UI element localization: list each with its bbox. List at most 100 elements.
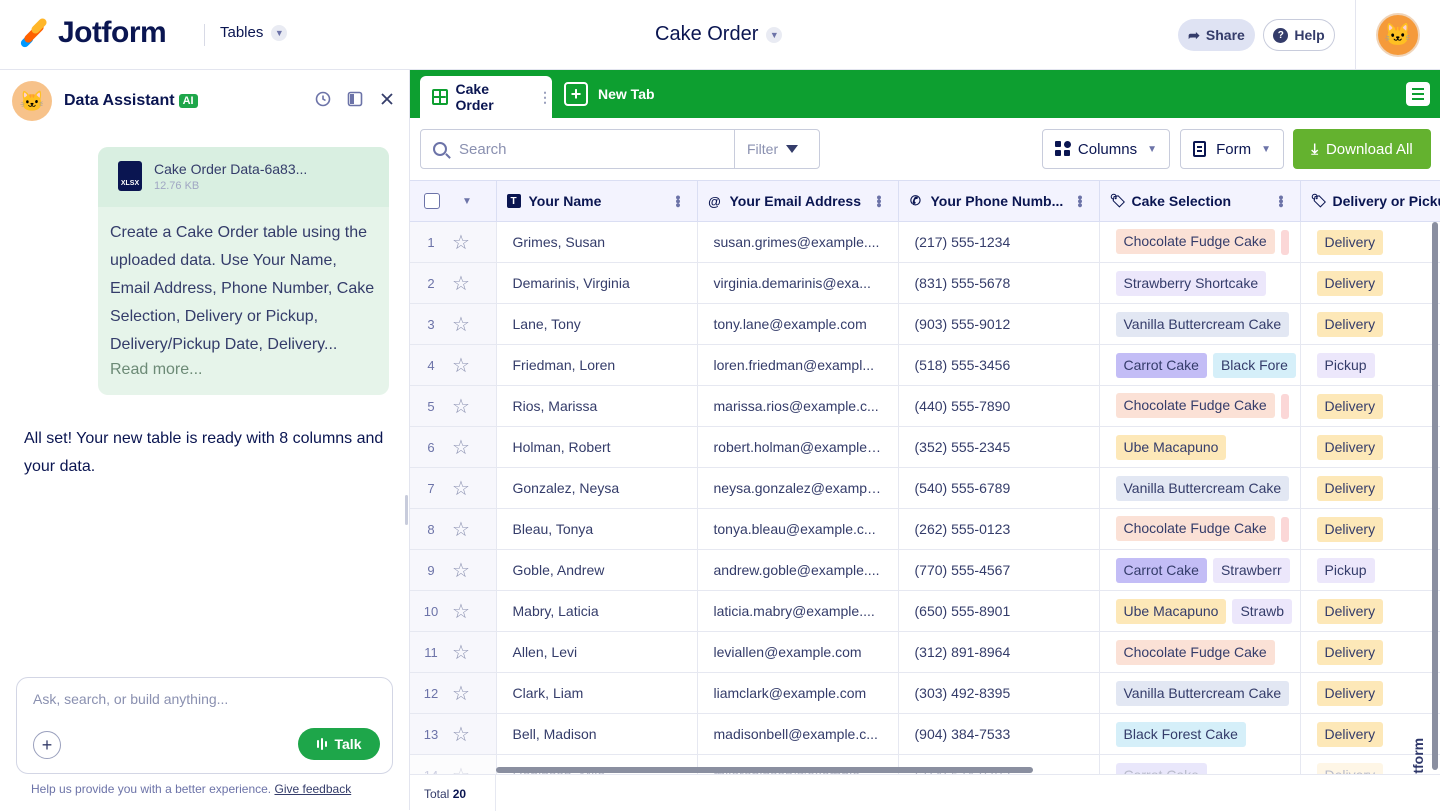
cell-cake-selection[interactable]: Carrot CakeStrawberr — [1099, 550, 1300, 591]
star-icon[interactable]: ☆ — [452, 353, 470, 378]
chevron-down-icon[interactable]: ▼ — [462, 196, 472, 207]
table-row[interactable]: 5☆Rios, Marissamarissa.rios@example.c...… — [410, 386, 1440, 427]
cell-email[interactable]: loren.friedman@exampl... — [697, 345, 898, 386]
star-icon[interactable]: ☆ — [452, 640, 470, 665]
cell-cake-selection[interactable]: Chocolate Fudge Cake — [1099, 222, 1300, 263]
column-options-icon[interactable]: ••• — [872, 195, 888, 207]
cell-name[interactable]: Allen, Levi — [496, 632, 697, 673]
vertical-scrollbar[interactable] — [1432, 222, 1438, 770]
tab-options-icon[interactable]: ⋮ — [538, 89, 552, 106]
column-header-delivery[interactable]: 🏷Delivery or Picku — [1300, 181, 1440, 222]
cell-name[interactable]: Friedman, Loren — [496, 345, 697, 386]
table-row[interactable]: 2☆Demarinis, Virginiavirginia.demarinis@… — [410, 263, 1440, 304]
cell-name[interactable]: Clark, Liam — [496, 673, 697, 714]
cell-name[interactable]: Goble, Andrew — [496, 550, 697, 591]
cell-email[interactable]: neysa.gonzalez@exampl... — [697, 468, 898, 509]
cell-name[interactable]: Demarinis, Virginia — [496, 263, 697, 304]
star-icon[interactable]: ☆ — [452, 722, 470, 747]
table-row[interactable]: 3☆Lane, Tonytony.lane@example.com(903) 5… — [410, 304, 1440, 345]
tab-cake-order[interactable]: Cake Order ⋮ — [420, 76, 552, 118]
star-icon[interactable]: ☆ — [452, 312, 470, 337]
cell-email[interactable]: laticia.mabry@example.... — [697, 591, 898, 632]
table-row[interactable]: 9☆Goble, Andrewandrew.goble@example....(… — [410, 550, 1440, 591]
cell-email[interactable]: andrew.goble@example.... — [697, 550, 898, 591]
cell-delivery[interactable]: Delivery — [1300, 591, 1440, 632]
download-all-button[interactable]: ⤓ Download All — [1293, 129, 1431, 169]
cell-cake-selection[interactable]: Vanilla Buttercream Cake — [1099, 304, 1300, 345]
chat-input-placeholder[interactable]: Ask, search, or build anything... — [33, 691, 228, 707]
cell-name[interactable]: Rios, Marissa — [496, 386, 697, 427]
cell-cake-selection[interactable]: Strawberry Shortcake — [1099, 263, 1300, 304]
table-row[interactable]: 4☆Friedman, Lorenloren.friedman@exampl..… — [410, 345, 1440, 386]
cell-delivery[interactable]: Delivery — [1300, 632, 1440, 673]
cell-phone[interactable]: (303) 492-8395 — [898, 673, 1099, 714]
give-feedback-link[interactable]: Give feedback — [274, 782, 351, 796]
cell-cake-selection[interactable]: Vanilla Buttercream Cake — [1099, 468, 1300, 509]
cell-email[interactable]: tonya.bleau@example.c... — [697, 509, 898, 550]
attached-file-card[interactable]: XLSX Cake Order Data-6a83... 12.76 KB — [98, 147, 389, 207]
table-row[interactable]: 6☆Holman, Robertrobert.holman@example...… — [410, 427, 1440, 468]
cell-phone[interactable]: (650) 555-8901 — [898, 591, 1099, 632]
star-icon[interactable]: ☆ — [452, 517, 470, 542]
cell-phone[interactable]: (262) 555-0123 — [898, 509, 1099, 550]
share-button[interactable]: ➦ Share — [1178, 19, 1255, 51]
column-header-your-name[interactable]: TYour Name••• — [496, 181, 697, 222]
cell-cake-selection[interactable]: Carrot Cake — [1099, 755, 1300, 775]
cell-name[interactable]: Bleau, Tonya — [496, 509, 697, 550]
cell-delivery[interactable]: Delivery — [1300, 468, 1440, 509]
cell-cake-selection[interactable]: Chocolate Fudge Cake — [1099, 386, 1300, 427]
star-icon[interactable]: ☆ — [452, 763, 470, 775]
horizontal-scrollbar[interactable] — [496, 767, 1033, 773]
star-icon[interactable]: ☆ — [452, 230, 470, 255]
cell-phone[interactable]: (518) 555-3456 — [898, 345, 1099, 386]
cell-email[interactable]: leviallen@example.com — [697, 632, 898, 673]
column-header-email[interactable]: @Your Email Address••• — [697, 181, 898, 222]
filter-button[interactable]: Filter — [734, 130, 810, 168]
columns-button[interactable]: Columns ▼ — [1042, 129, 1170, 169]
search-box[interactable]: Search Filter — [420, 129, 820, 169]
menu-icon[interactable] — [1406, 82, 1430, 106]
document-title[interactable]: Cake Order ▼ — [655, 23, 782, 46]
user-avatar[interactable]: 🐱 — [1376, 13, 1420, 57]
star-icon[interactable]: ☆ — [452, 394, 470, 419]
cell-phone[interactable]: (904) 384-7533 — [898, 714, 1099, 755]
cell-phone[interactable]: (540) 555-6789 — [898, 468, 1099, 509]
cell-cake-selection[interactable]: Ube MacapunoStrawb — [1099, 591, 1300, 632]
cell-phone[interactable]: (312) 891-8964 — [898, 632, 1099, 673]
cell-name[interactable]: Holman, Robert — [496, 427, 697, 468]
new-tab-button[interactable]: + New Tab — [564, 82, 655, 106]
table-row[interactable]: 1☆Grimes, Susansusan.grimes@example....(… — [410, 222, 1440, 263]
star-icon[interactable]: ☆ — [452, 681, 470, 706]
cell-name[interactable]: Lane, Tony — [496, 304, 697, 345]
close-icon[interactable] — [378, 90, 396, 108]
cell-delivery[interactable]: Delivery — [1300, 263, 1440, 304]
cell-email[interactable]: marissa.rios@example.c... — [697, 386, 898, 427]
column-options-icon[interactable]: ••• — [1073, 195, 1089, 207]
cell-email[interactable]: virginia.demarinis@exa... — [697, 263, 898, 304]
column-options-icon[interactable]: ••• — [671, 195, 687, 207]
panel-resize-handle[interactable] — [405, 495, 408, 525]
star-icon[interactable]: ☆ — [452, 558, 470, 583]
table-row[interactable]: 11☆Allen, Levileviallen@example.com(312)… — [410, 632, 1440, 673]
read-more-link[interactable]: Read more... — [98, 359, 389, 381]
table-row[interactable]: 7☆Gonzalez, Neysaneysa.gonzalez@exampl..… — [410, 468, 1440, 509]
star-icon[interactable]: ☆ — [452, 271, 470, 296]
cell-email[interactable]: tony.lane@example.com — [697, 304, 898, 345]
cell-cake-selection[interactable]: Carrot CakeBlack Fore — [1099, 345, 1300, 386]
talk-button[interactable]: Talk — [298, 728, 380, 760]
cell-delivery[interactable]: Pickup — [1300, 550, 1440, 591]
cell-delivery[interactable]: Pickup — [1300, 345, 1440, 386]
cell-delivery[interactable]: Delivery — [1300, 509, 1440, 550]
star-icon[interactable]: ☆ — [452, 435, 470, 460]
cell-cake-selection[interactable]: Chocolate Fudge Cake — [1099, 509, 1300, 550]
cell-email[interactable]: liamclark@example.com — [697, 673, 898, 714]
cell-phone[interactable]: (770) 555-4567 — [898, 550, 1099, 591]
cell-cake-selection[interactable]: Vanilla Buttercream Cake — [1099, 673, 1300, 714]
cell-name[interactable]: Gonzalez, Neysa — [496, 468, 697, 509]
cell-email[interactable]: madisonbell@example.c... — [697, 714, 898, 755]
search-input[interactable]: Search — [459, 141, 734, 158]
cell-cake-selection[interactable]: Chocolate Fudge Cake — [1099, 632, 1300, 673]
table-row[interactable]: 13☆Bell, Madisonmadisonbell@example.c...… — [410, 714, 1440, 755]
column-options-icon[interactable]: ••• — [1274, 195, 1290, 207]
sidebar-toggle-icon[interactable] — [346, 90, 364, 108]
